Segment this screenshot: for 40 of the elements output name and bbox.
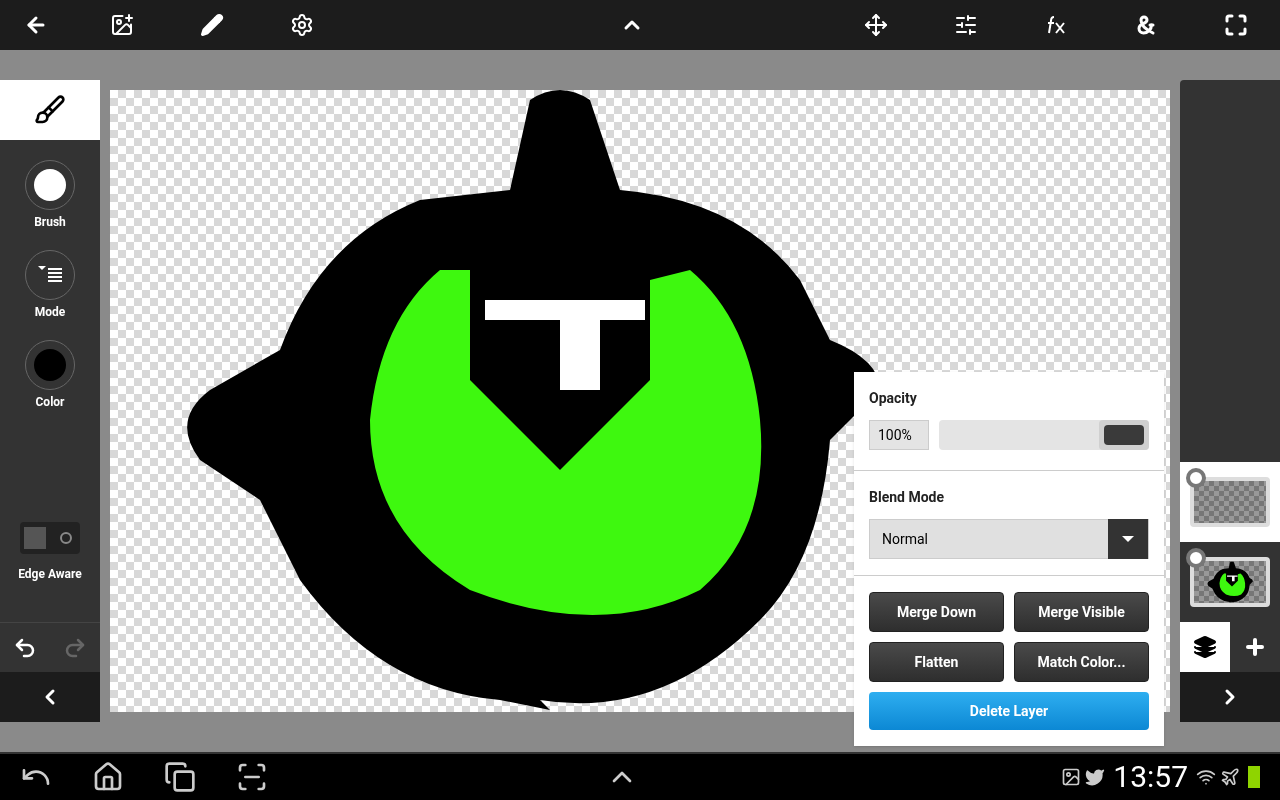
airplane-icon	[1220, 767, 1240, 787]
thumbnail-drawing	[1207, 561, 1253, 603]
mode-list-icon	[38, 266, 62, 284]
wifi-icon	[1196, 767, 1216, 787]
screenshot-button[interactable]	[236, 761, 268, 793]
pencil-button[interactable]	[200, 13, 224, 37]
option-label: Color	[35, 394, 65, 410]
opacity-slider-thumb[interactable]	[1099, 420, 1149, 450]
option-button[interactable]	[25, 250, 75, 300]
image-notification-icon	[1061, 767, 1082, 787]
brush-tool-button[interactable]	[0, 80, 100, 140]
layers-icon	[1193, 635, 1217, 659]
layer-action-button[interactable]: Merge Down	[869, 592, 1004, 632]
home-nav-button[interactable]	[92, 761, 124, 793]
edge-aware-label: Edge Aware	[18, 566, 82, 582]
fullscreen-button[interactable]	[1224, 13, 1248, 37]
add-image-button[interactable]	[110, 13, 134, 37]
layer-action-button[interactable]: Flatten	[869, 642, 1004, 682]
plus-icon	[1243, 635, 1267, 659]
bird-notification-icon	[1085, 767, 1106, 787]
layer-action-button[interactable]: Merge Visible	[1014, 592, 1149, 632]
selection-settings-button[interactable]	[290, 13, 314, 37]
move-button[interactable]	[864, 13, 888, 37]
brush-size-icon	[34, 169, 66, 201]
adjustments-button[interactable]	[954, 13, 978, 37]
blend-mode-dropdown[interactable]: Normal	[869, 519, 1149, 559]
clock: 13:57	[1113, 759, 1188, 795]
opacity-label: Opacity	[869, 389, 918, 408]
layers-button[interactable]	[1180, 622, 1230, 672]
option-label: Brush	[34, 214, 66, 230]
edge-aware-toggle[interactable]	[20, 522, 80, 554]
layer-action-button[interactable]: Match Color...	[1014, 642, 1149, 682]
opacity-field[interactable]: 100%	[869, 420, 929, 450]
option-button[interactable]	[25, 160, 75, 210]
layer-thumbnail[interactable]	[1180, 462, 1280, 542]
option-label: Mode	[34, 304, 66, 320]
brush-icon	[34, 94, 66, 126]
battery-icon	[1248, 766, 1260, 788]
blend-mode-label: Blend Mode	[869, 488, 945, 507]
recent-apps-button[interactable]	[164, 761, 196, 793]
